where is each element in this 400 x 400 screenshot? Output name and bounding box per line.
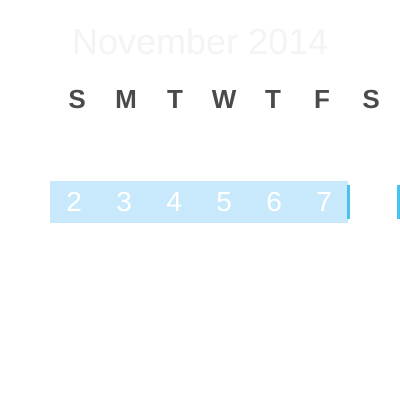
day-cell[interactable]: 7: [304, 181, 344, 223]
weekday-monday: M: [115, 84, 137, 114]
day-cell[interactable]: 4: [154, 181, 194, 223]
day-cell[interactable]: 6: [254, 181, 294, 223]
day-cell[interactable]: 2: [54, 181, 94, 223]
weekday-thursday: T: [265, 84, 281, 114]
month-title: November 2014: [72, 21, 329, 62]
weekday-friday: F: [314, 84, 330, 114]
day-cell[interactable]: 3: [104, 181, 144, 223]
weekday-saturday: S: [362, 84, 380, 114]
weekday-wednesday: W: [211, 84, 237, 114]
day-cell[interactable]: 5: [204, 181, 244, 223]
weekday-tuesday: T: [167, 84, 183, 114]
selection-start-marker: [347, 185, 350, 219]
weekday-sunday: S: [68, 84, 86, 114]
